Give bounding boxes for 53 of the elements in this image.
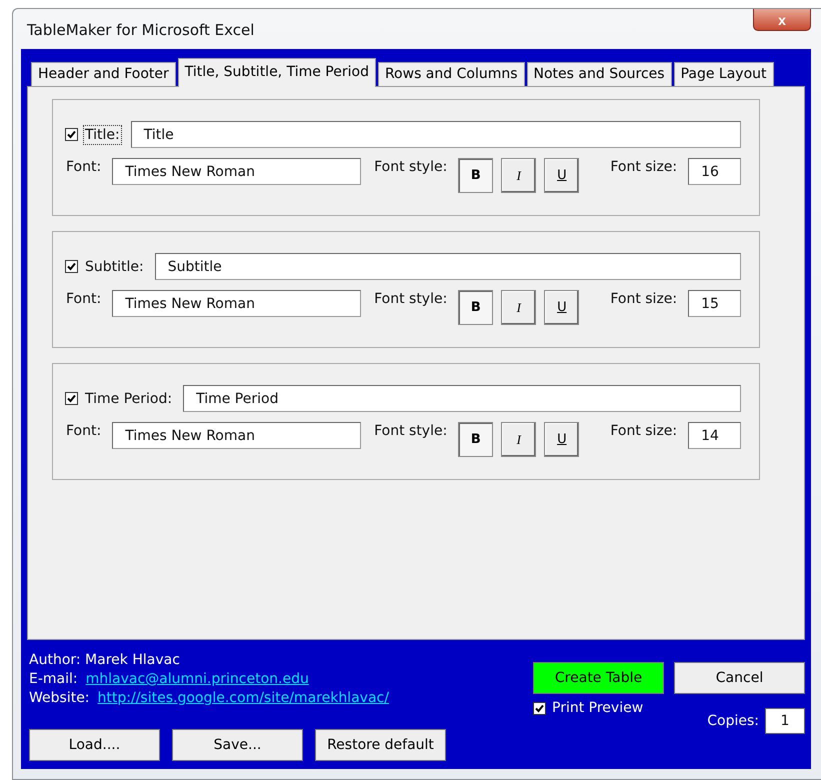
font-size-label: Font size: bbox=[609, 422, 678, 440]
font-field[interactable]: Times New Roman bbox=[112, 422, 362, 449]
font-style-label: Font style: bbox=[373, 290, 448, 308]
cancel-button[interactable]: Cancel bbox=[674, 662, 805, 694]
author-text: Author: Marek Hlavac bbox=[29, 652, 181, 668]
website-label: Website: bbox=[29, 690, 90, 706]
tab[interactable]: Title, Subtitle, Time Period bbox=[178, 58, 376, 87]
window-title: TableMaker for Microsoft Excel bbox=[27, 21, 254, 39]
bold-button[interactable]: B bbox=[458, 422, 494, 457]
tab[interactable]: Rows and Columns bbox=[378, 62, 525, 86]
underline-button[interactable]: U bbox=[544, 158, 580, 193]
checkbox[interactable] bbox=[65, 128, 78, 141]
font-field[interactable]: Times New Roman bbox=[112, 290, 362, 317]
italic-button[interactable]: I bbox=[501, 290, 536, 325]
font-size-label: Font size: bbox=[609, 158, 678, 176]
dialog-button[interactable]: Load.... bbox=[29, 729, 160, 761]
font-label: Font: bbox=[65, 422, 102, 440]
text-field[interactable]: Subtitle bbox=[154, 253, 741, 280]
email-link[interactable]: mhlavac@alumni.princeton.edu bbox=[86, 671, 309, 687]
font-style-label: Font style: bbox=[373, 158, 448, 176]
checkbox-label: Subtitle: bbox=[84, 258, 145, 276]
text-field[interactable]: Time Period bbox=[183, 385, 741, 412]
copies-field[interactable]: 1 bbox=[765, 708, 805, 734]
bold-button[interactable]: B bbox=[458, 158, 494, 193]
font-style-label: Font style: bbox=[373, 422, 448, 440]
font-label: Font: bbox=[65, 158, 102, 176]
create-table-button[interactable]: Create Table bbox=[533, 662, 664, 694]
italic-button[interactable]: I bbox=[501, 158, 536, 193]
dialog-button[interactable]: Save... bbox=[172, 729, 303, 761]
dialog-button[interactable]: Restore default bbox=[315, 729, 446, 761]
font-size-field[interactable]: 16 bbox=[688, 158, 741, 185]
font-size-field[interactable]: 15 bbox=[688, 290, 741, 317]
tab[interactable]: Page Layout bbox=[674, 62, 774, 86]
checkbox[interactable] bbox=[65, 392, 78, 405]
font-size-field[interactable]: 14 bbox=[688, 422, 741, 449]
underline-button[interactable]: U bbox=[544, 290, 580, 325]
copies-label: Copies: bbox=[707, 713, 759, 729]
font-label: Font: bbox=[65, 290, 102, 308]
email-label: E-mail: bbox=[29, 671, 78, 687]
tab[interactable]: Notes and Sources bbox=[526, 62, 672, 86]
bold-button[interactable]: B bbox=[458, 290, 494, 325]
checkbox[interactable] bbox=[533, 702, 546, 714]
underline-button[interactable]: U bbox=[544, 422, 580, 457]
tab[interactable]: Header and Footer bbox=[31, 62, 176, 86]
font-size-label: Font size: bbox=[609, 290, 678, 308]
print-preview-label: Print Preview bbox=[552, 700, 644, 716]
checkbox-label: Time Period: bbox=[84, 390, 174, 408]
checkbox[interactable] bbox=[65, 260, 78, 273]
text-field[interactable]: Title bbox=[130, 121, 741, 148]
font-field[interactable]: Times New Roman bbox=[112, 158, 362, 185]
checkbox-label: Title: bbox=[84, 126, 121, 144]
website-link[interactable]: http://sites.google.com/site/marekhlavac/ bbox=[98, 690, 389, 706]
italic-button[interactable]: I bbox=[501, 422, 536, 457]
